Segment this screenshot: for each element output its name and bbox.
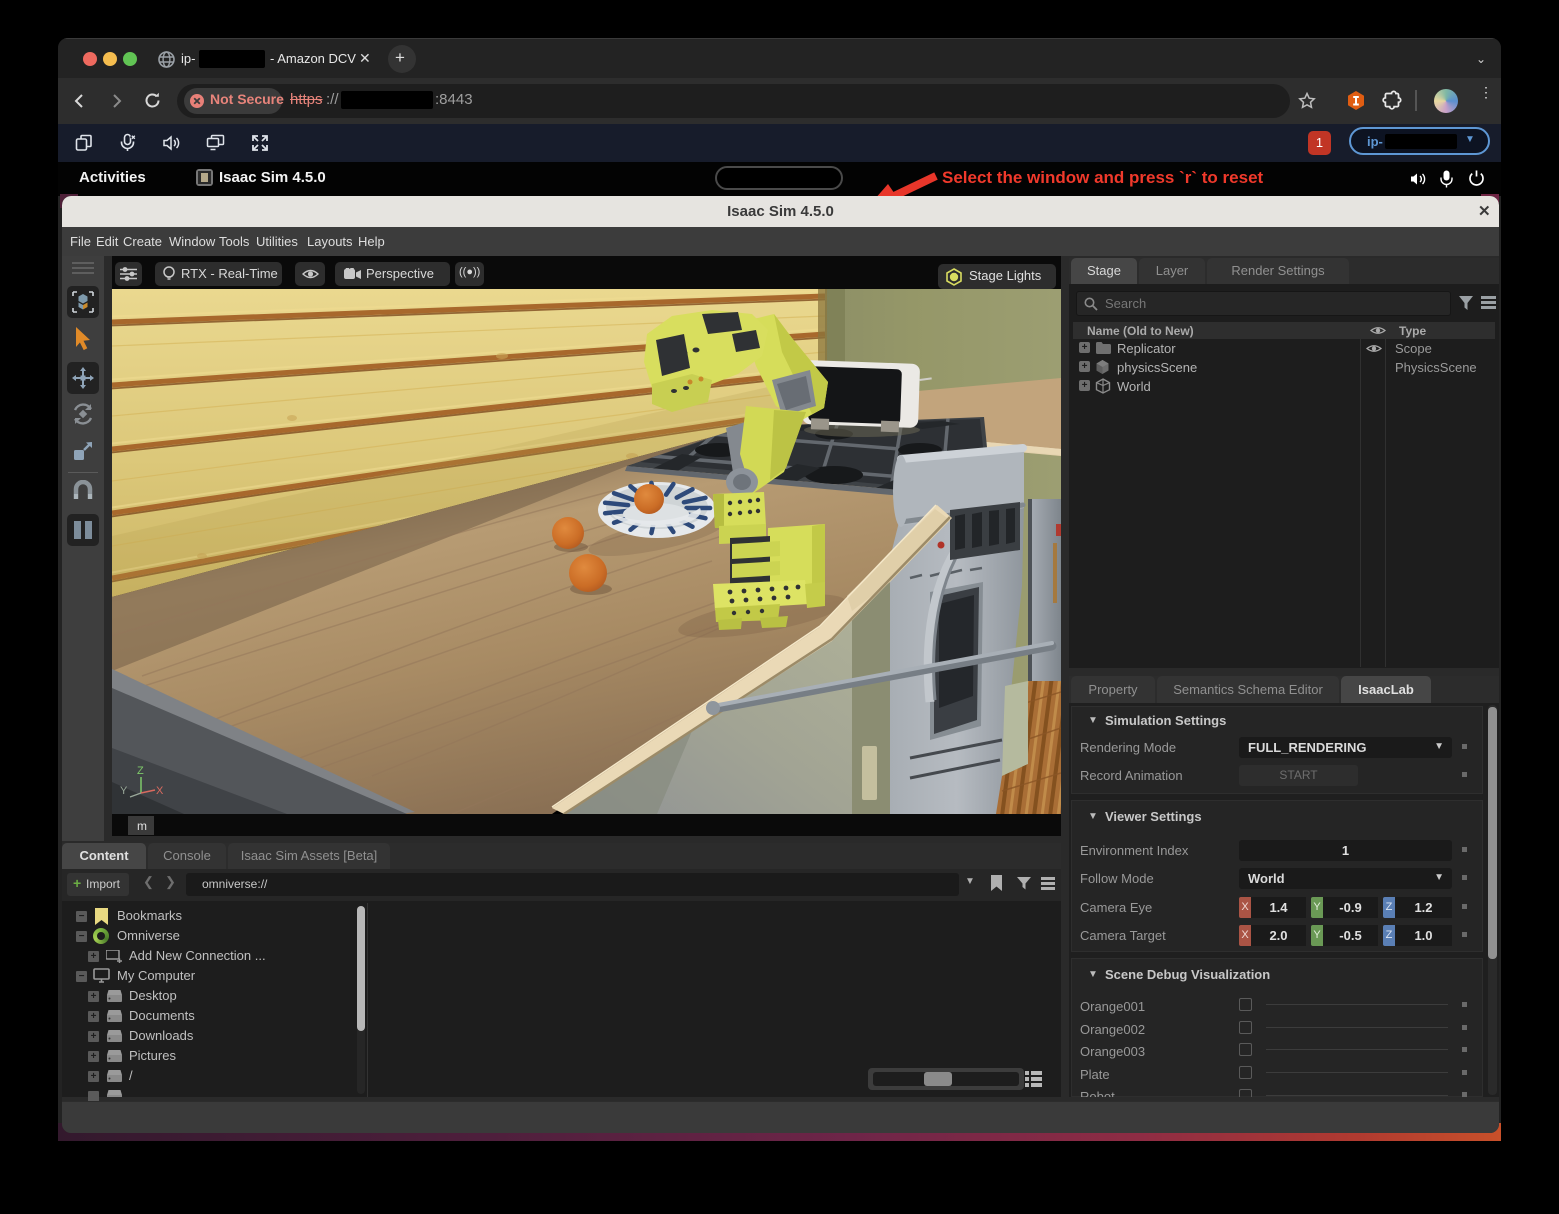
svg-text:X: X (156, 785, 164, 797)
svg-text:Z: Z (137, 765, 144, 777)
svg-text:Y: Y (120, 785, 128, 797)
svg-text:m: m (137, 819, 147, 833)
